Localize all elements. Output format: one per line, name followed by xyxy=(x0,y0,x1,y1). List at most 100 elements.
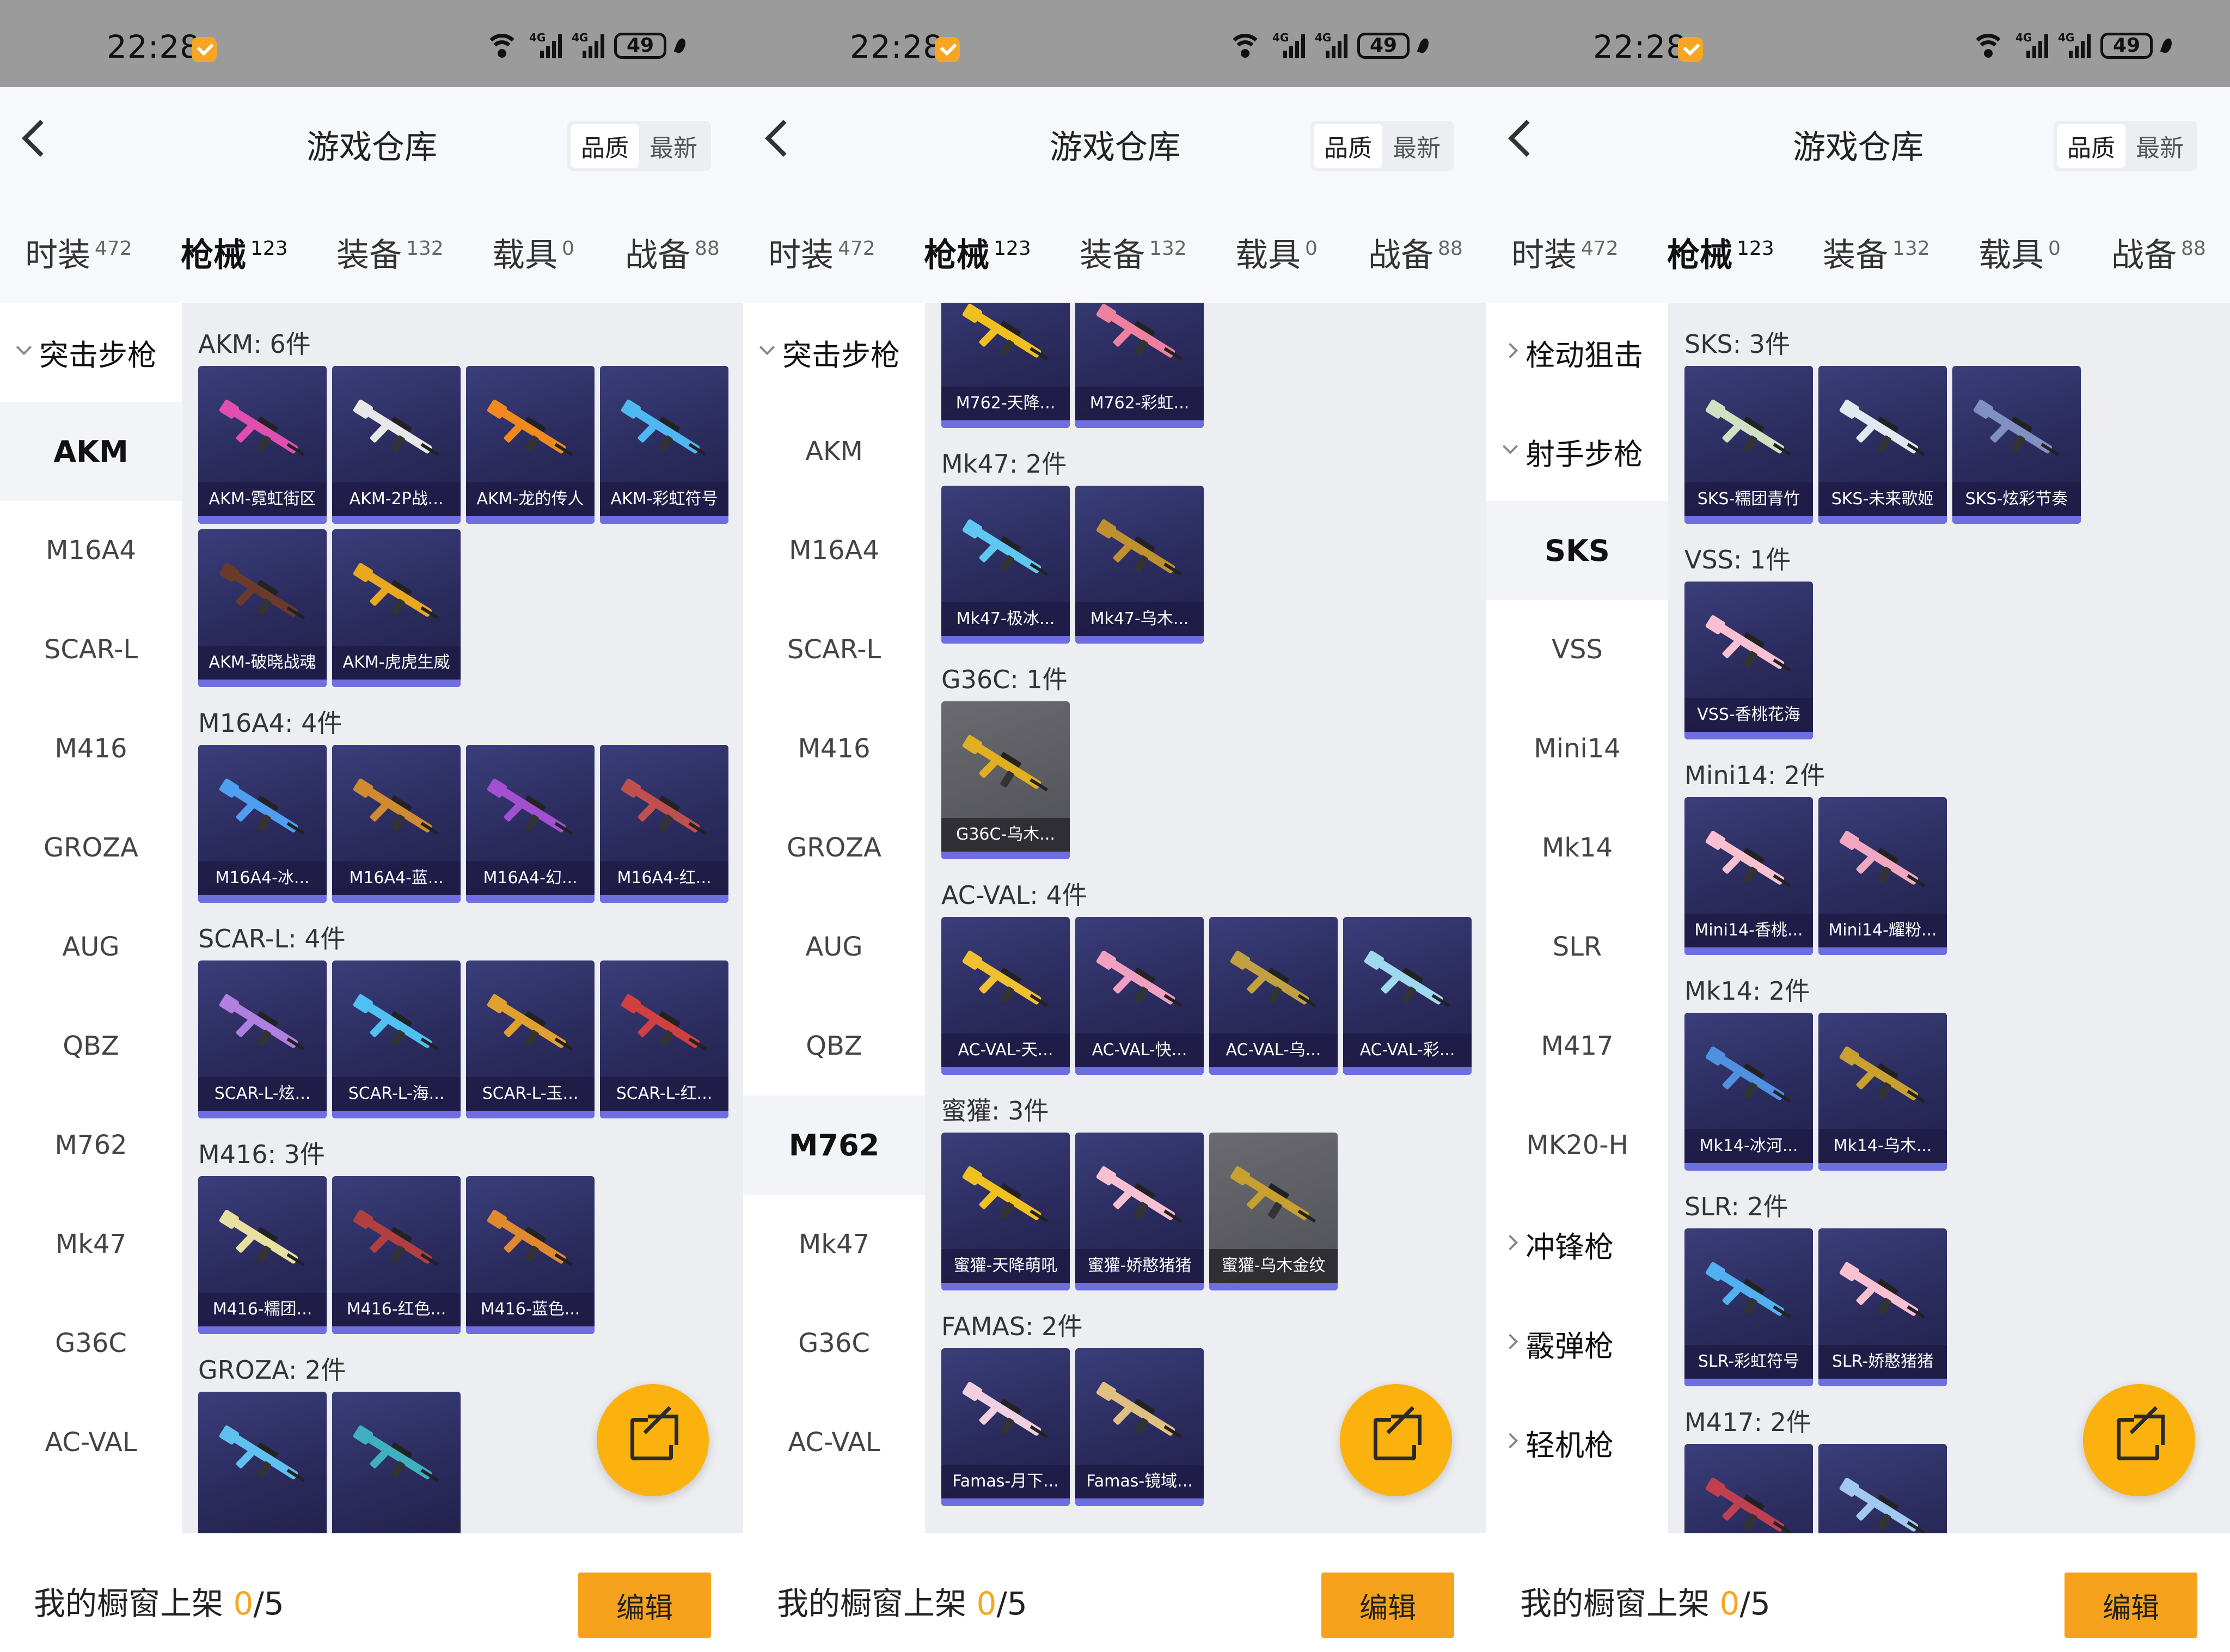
sidebar-item[interactable]: 射手步枪 xyxy=(1486,402,1668,501)
share-button[interactable] xyxy=(597,1384,709,1496)
skin-card[interactable]: SKS-糯团青竹 xyxy=(1684,366,1813,524)
skin-card[interactable]: SCAR-L-海... xyxy=(332,960,461,1118)
skin-card[interactable]: SCAR-L-玉... xyxy=(466,960,595,1118)
sidebar-item[interactable]: 突击步枪 xyxy=(743,303,925,402)
skin-card[interactable]: AC-VAL-彩... xyxy=(1343,917,1472,1075)
edit-button[interactable]: 编辑 xyxy=(1321,1573,1454,1638)
skin-card[interactable]: M762-彩虹... xyxy=(1075,303,1204,428)
skin-card[interactable] xyxy=(1684,1444,1813,1533)
skin-card[interactable]: M16A4-冰... xyxy=(198,745,327,903)
sidebar-item[interactable]: GROZA xyxy=(0,798,182,897)
skin-card[interactable]: AC-VAL-快... xyxy=(1075,917,1204,1075)
skin-card[interactable]: Mini14-香桃... xyxy=(1684,797,1813,955)
tab-0[interactable]: 时装 472 xyxy=(1511,229,1619,276)
sidebar-item[interactable]: SLR xyxy=(1486,897,1668,996)
tab-4[interactable]: 战备 88 xyxy=(2111,229,2206,276)
skin-card[interactable]: AC-VAL-天... xyxy=(941,917,1070,1075)
tab-1[interactable]: 枪械 123 xyxy=(1667,229,1774,308)
sidebar-item[interactable]: M16A4 xyxy=(743,501,925,600)
skin-card[interactable]: AKM-2P战... xyxy=(332,366,461,524)
sidebar-item[interactable]: 突击步枪 xyxy=(0,303,182,402)
sidebar-item[interactable]: 冲锋枪 xyxy=(1486,1195,1668,1294)
tab-2[interactable]: 装备 132 xyxy=(336,229,444,276)
sidebar-item[interactable]: Mk47 xyxy=(0,1195,182,1294)
sidebar-item[interactable]: 霰弹枪 xyxy=(1486,1294,1668,1393)
sort-latest-button[interactable]: 最新 xyxy=(2125,124,2194,168)
tab-2[interactable]: 装备 132 xyxy=(1080,229,1187,276)
skin-card[interactable]: G36C-乌木... xyxy=(941,701,1070,859)
sidebar-item[interactable]: AC-VAL xyxy=(0,1393,182,1492)
skin-card[interactable]: Mini14-耀粉... xyxy=(1818,797,1947,955)
tab-1[interactable]: 枪械 123 xyxy=(924,229,1031,308)
skin-card[interactable]: M416-红色... xyxy=(332,1176,461,1334)
skin-card[interactable] xyxy=(198,1392,327,1533)
sidebar-item[interactable]: AUG xyxy=(743,897,925,996)
edit-button[interactable]: 编辑 xyxy=(578,1573,711,1638)
skin-card[interactable]: SLR-彩虹符号 xyxy=(1684,1228,1813,1386)
sort-quality-button[interactable]: 品质 xyxy=(1314,124,1382,168)
sidebar-item[interactable]: M417 xyxy=(1486,996,1668,1096)
skin-card[interactable]: VSS-香桃花海 xyxy=(1684,582,1813,739)
skin-card[interactable]: 蜜獾-乌木金纹 xyxy=(1209,1133,1338,1290)
skin-card[interactable]: AKM-彩虹符号 xyxy=(600,366,728,524)
sidebar-item[interactable]: SCAR-L xyxy=(743,600,925,699)
sidebar-item[interactable]: G36C xyxy=(743,1294,925,1393)
tab-3[interactable]: 载具 0 xyxy=(1235,229,1318,276)
sidebar-item[interactable]: M762 xyxy=(743,1096,925,1195)
sidebar-item[interactable]: G36C xyxy=(0,1294,182,1393)
skin-card[interactable]: Mk14-乌木... xyxy=(1818,1013,1947,1171)
skin-card[interactable]: M762-天降... xyxy=(941,303,1070,428)
skin-card[interactable]: SCAR-L-红... xyxy=(600,960,728,1118)
sidebar-item[interactable]: MK20-H xyxy=(1486,1096,1668,1195)
skin-card[interactable]: Famas-镜域... xyxy=(1075,1348,1204,1506)
skin-card[interactable]: SCAR-L-炫... xyxy=(198,960,327,1118)
sidebar-item[interactable]: AC-VAL xyxy=(743,1393,925,1492)
tab-0[interactable]: 时装 472 xyxy=(768,229,875,276)
tab-4[interactable]: 战备 88 xyxy=(1368,229,1463,276)
skin-card[interactable]: Mk47-极冰... xyxy=(941,486,1070,644)
skin-card[interactable]: M416-糯团... xyxy=(198,1176,327,1334)
skin-card[interactable]: Mk47-乌木... xyxy=(1075,486,1204,644)
sidebar-item[interactable]: Mk47 xyxy=(743,1195,925,1294)
tab-4[interactable]: 战备 88 xyxy=(625,229,720,276)
skin-card[interactable]: Mk14-冰河... xyxy=(1684,1013,1813,1171)
sidebar-item[interactable]: AKM xyxy=(0,402,182,501)
sidebar-item[interactable]: GROZA xyxy=(743,798,925,897)
skin-card[interactable]: M16A4-幻... xyxy=(466,745,595,903)
sidebar-item[interactable]: AUG xyxy=(0,897,182,996)
sidebar-item[interactable]: QBZ xyxy=(0,996,182,1096)
skin-card[interactable]: M416-蓝色... xyxy=(466,1176,595,1334)
share-button[interactable] xyxy=(1340,1384,1452,1496)
skin-card[interactable]: M16A4-红... xyxy=(600,745,728,903)
share-button[interactable] xyxy=(2083,1384,2195,1496)
sort-quality-button[interactable]: 品质 xyxy=(2057,124,2125,168)
skin-card[interactable]: AC-VAL-乌... xyxy=(1209,917,1338,1075)
skin-card[interactable]: AKM-龙的传人 xyxy=(466,366,595,524)
sidebar-item[interactable]: M762 xyxy=(0,1096,182,1195)
skin-card[interactable]: AKM-霓虹街区 xyxy=(198,366,327,524)
skin-card[interactable]: M16A4-蓝... xyxy=(332,745,461,903)
skin-card[interactable]: SLR-娇憨猪猪 xyxy=(1818,1228,1947,1386)
sort-quality-button[interactable]: 品质 xyxy=(571,124,639,168)
tab-0[interactable]: 时装 472 xyxy=(25,229,132,276)
tab-1[interactable]: 枪械 123 xyxy=(181,229,288,308)
edit-button[interactable]: 编辑 xyxy=(2064,1573,2197,1638)
sidebar-item[interactable]: M16A4 xyxy=(0,501,182,600)
tab-3[interactable]: 载具 0 xyxy=(1978,229,2061,276)
skin-card[interactable]: SKS-未来歌姬 xyxy=(1818,366,1947,524)
sidebar-item[interactable]: SKS xyxy=(1486,501,1668,600)
skin-card[interactable]: AKM-破晓战魂 xyxy=(198,529,327,687)
tab-3[interactable]: 载具 0 xyxy=(492,229,574,276)
skin-card[interactable]: AKM-虎虎生威 xyxy=(332,529,461,687)
sidebar-item[interactable]: SCAR-L xyxy=(0,600,182,699)
sidebar-item[interactable]: 栓动狙击 xyxy=(1486,303,1668,402)
sidebar-item[interactable]: Mk14 xyxy=(1486,798,1668,897)
skin-card[interactable]: 蜜獾-天降萌吼 xyxy=(941,1133,1070,1290)
sidebar-item[interactable]: VSS xyxy=(1486,600,1668,699)
tab-2[interactable]: 装备 132 xyxy=(1823,229,1930,276)
sidebar-item[interactable]: QBZ xyxy=(743,996,925,1096)
sidebar-item[interactable]: M416 xyxy=(0,699,182,798)
skin-card[interactable]: 蜜獾-娇憨猪猪 xyxy=(1075,1133,1204,1290)
skin-card[interactable]: SKS-炫彩节奏 xyxy=(1952,366,2081,524)
sort-latest-button[interactable]: 最新 xyxy=(1382,124,1451,168)
